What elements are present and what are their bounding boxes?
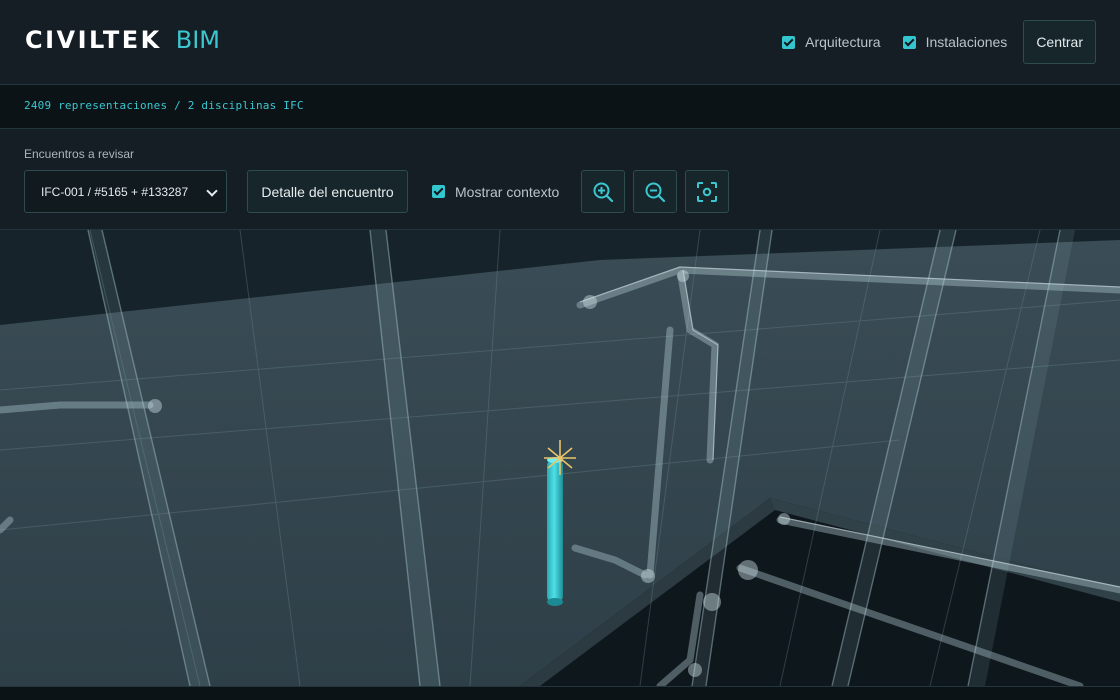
bim-3d-viewport[interactable] <box>0 230 1120 686</box>
checkbox-checked-icon[interactable] <box>432 185 445 198</box>
focus-icon <box>697 181 717 202</box>
center-button[interactable]: Centrar <box>1023 20 1096 64</box>
zoom-out-icon <box>645 182 666 202</box>
zoom-in-button[interactable] <box>581 170 625 213</box>
logo: CIVILTEK BIM <box>25 26 220 58</box>
logo-sub: BIM <box>175 26 220 54</box>
app-header: CIVILTEK BIM Arquitectura Instalaciones … <box>0 0 1120 85</box>
encounters-label: Encuentros a revisar <box>24 147 135 161</box>
layer-toggle-arquitectura[interactable]: Arquitectura <box>782 34 881 50</box>
model-render <box>0 230 1120 686</box>
zoom-in-icon <box>593 182 614 202</box>
checkbox-checked-icon[interactable] <box>902 35 916 49</box>
status-footer <box>0 686 1120 700</box>
encounter-detail-button[interactable]: Detalle del encuentro <box>247 170 408 213</box>
layer-toggle-instalaciones[interactable]: Instalaciones <box>902 34 1008 50</box>
zoom-out-button[interactable] <box>633 170 677 213</box>
stats-text: 2409 representaciones / 2 disciplinas IF… <box>24 99 304 112</box>
clash-pipe[interactable] <box>547 459 563 603</box>
layer-label: Instalaciones <box>925 34 1008 50</box>
show-context-label: Mostrar contexto <box>455 183 560 200</box>
show-context-toggle[interactable]: Mostrar contexto <box>432 170 559 213</box>
chevron-down-icon <box>206 185 218 197</box>
logo-text: CIVILTEK <box>25 26 162 54</box>
layer-label: Arquitectura <box>805 34 881 50</box>
encounter-select-value: IFC-001 / #5165 + #133287 <box>41 184 189 199</box>
focus-button[interactable] <box>685 170 729 213</box>
encounter-toolbar: Encuentros a revisar IFC-001 / #5165 + #… <box>0 129 1120 230</box>
checkbox-checked-icon[interactable] <box>782 35 796 49</box>
header-controls: Arquitectura Instalaciones Centrar <box>782 20 1096 64</box>
encounter-select[interactable]: IFC-001 / #5165 + #133287 <box>24 170 227 213</box>
stats-bar: 2409 representaciones / 2 disciplinas IF… <box>0 85 1120 129</box>
